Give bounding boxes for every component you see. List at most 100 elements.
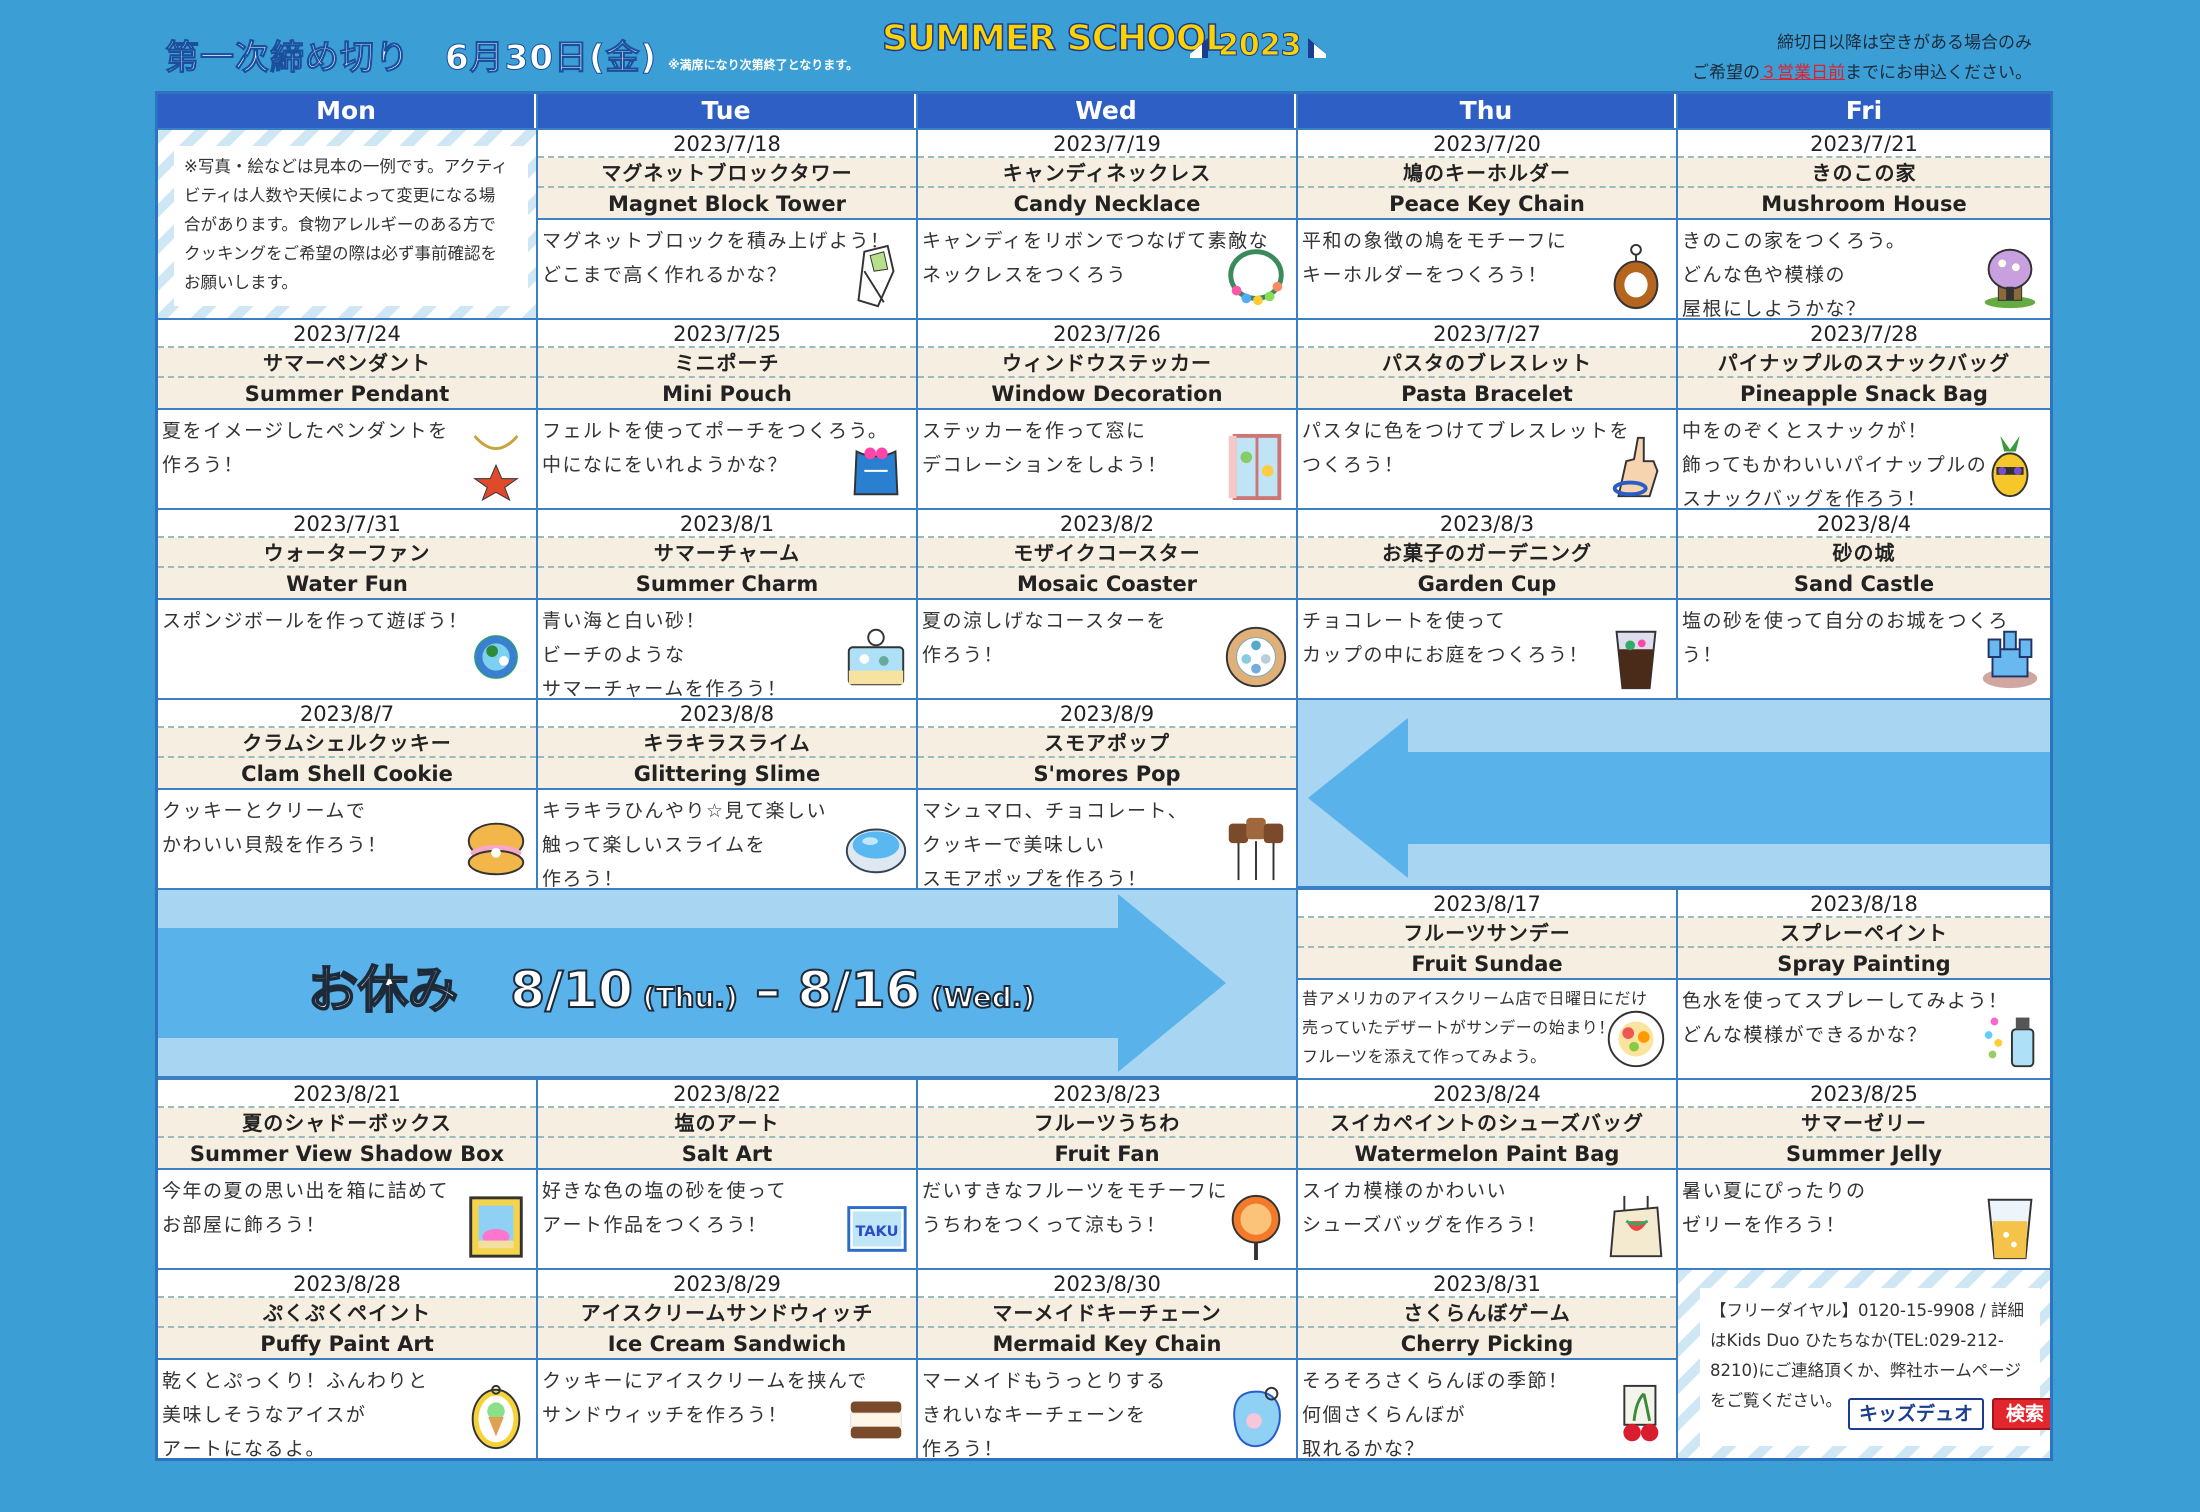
activity-date: 2023/8/7 [158, 700, 536, 728]
description-line: アート作品をつくろう！ [542, 1214, 768, 1236]
description-line: シューズバッグを作ろう！ [1302, 1214, 1548, 1236]
description-line: 何個さくらんぼが [1302, 1404, 1467, 1426]
description-line: キラキラひんやり☆見て楽しい [542, 800, 828, 822]
activity-title-en: Salt Art [538, 1138, 916, 1170]
activity-title-en: Glittering Slime [538, 758, 916, 790]
note-highlight: ３営業日前 [1760, 63, 1845, 83]
search-button[interactable]: 検索 [1992, 1398, 2050, 1430]
activity-description: 色水を使ってスプレーしてみよう！ どんな模様ができるかな？ [1678, 980, 2050, 1052]
late-registration-note: 締切日以降は空きがある場合のみ ご希望の３営業日前までにお申込ください。 [1692, 28, 2032, 88]
logo-arrow-left-icon [1308, 38, 1326, 58]
description-line: クッキーとクリームで [162, 800, 367, 822]
contact-line: 8210)にご連絡頂くか、弊社ホームページ [1710, 1361, 2021, 1380]
description-line: 色水を使ってスプレーしてみよう！ [1682, 990, 2009, 1012]
description-line: キャンディをリボンでつなげて素敵な [922, 230, 1270, 252]
description-line: アートになるよ。 [162, 1438, 327, 1458]
activity-title-jp: サマーゼリー [1678, 1108, 2050, 1138]
contact-text: 【フリーダイヤル】0120-15-9908 / 詳細 はKids Duo ひたち… [1700, 1288, 2050, 1446]
description-line: うちわをつくって涼もう！ [922, 1214, 1167, 1236]
activity-title-en: Summer Jelly [1678, 1138, 2050, 1170]
activity-title-jp: パイナップルのスナックバッグ [1678, 348, 2050, 378]
activity-title-en: Fruit Sundae [1298, 948, 1676, 980]
holiday-band: お休み 8/10 (Thu.) – 8/16 (Wed.) [158, 890, 1296, 1076]
holiday-arrow-left-area [1298, 700, 2050, 886]
activity-description: 好きな色の塩の砂を使って アート作品をつくろう！ [538, 1170, 916, 1242]
activity-title-en: Mosaic Coaster [918, 568, 1296, 600]
description-line: 夏の涼しげなコースターを [922, 610, 1168, 632]
activity-title-jp: 塩のアート [538, 1108, 916, 1138]
activity-title-en: Mermaid Key Chain [918, 1328, 1296, 1360]
activity-cell: 2023/7/25 ミニポーチ Mini Pouch フェルトを使ってポーチをつくろう… [538, 320, 916, 508]
activity-date: 2023/8/2 [918, 510, 1296, 538]
holiday-end: 8/16 [797, 960, 922, 1020]
description-line: 中になにをいれようかな？ [542, 454, 789, 476]
activity-date: 2023/7/24 [158, 320, 536, 348]
activity-cell: 2023/8/31 さくらんぼゲーム Cherry Picking そろそろさくらんぼ… [1298, 1270, 1676, 1458]
description-line: パスタに色をつけてブレスレットを [1302, 420, 1631, 442]
holiday-title: お休み [307, 960, 459, 1020]
activity-date: 2023/8/21 [158, 1080, 536, 1108]
activity-title-en: Mini Pouch [538, 378, 916, 410]
activity-description: 塩の砂を使って自分のお城をつくろ う！ [1678, 600, 2050, 672]
activity-title-en: Magnet Block Tower [538, 188, 916, 220]
activity-title-en: Summer View Shadow Box [158, 1138, 536, 1170]
notice-line: クッキングをご希望の際は必ず事前確認を [184, 244, 498, 263]
description-line: 好きな色の塩の砂を使って [542, 1180, 788, 1202]
description-line: マーメイドもうっとりする [922, 1370, 1167, 1392]
search-keyword-box[interactable]: キッズデュオ [1848, 1398, 1984, 1430]
description-line: きのこの家をつくろう。 [1682, 230, 1907, 252]
logo-arrow-right-icon [1190, 38, 1208, 58]
description-line: う！ [1682, 644, 1724, 666]
activity-title-en: Ice Cream Sandwich [538, 1328, 916, 1360]
activity-cell: 2023/7/28 パイナップルのスナックバッグ Pineapple Snack B… [1678, 320, 2050, 508]
activity-cell: 2023/8/30 マーメイドキーチェーン Mermaid Key Chain マーメ… [918, 1270, 1296, 1458]
description-line: どんな色や模様の [1682, 264, 1847, 286]
description-line: どんな模様ができるかな？ [1682, 1024, 1928, 1046]
description-line: 昔アメリカのアイスクリーム店で日曜日にだけ [1302, 989, 1648, 1008]
activity-title-en: Summer Charm [538, 568, 916, 600]
note-post: までにお申込ください。 [1845, 63, 2032, 83]
activity-date: 2023/7/27 [1298, 320, 1676, 348]
activity-date: 2023/8/1 [538, 510, 916, 538]
activity-title-en: Summer Pendant [158, 378, 536, 410]
activity-title-jp: スイカペイントのシューズバッグ [1298, 1108, 1676, 1138]
activity-cell: 2023/8/9 スモアポップ S'mores Pop マシュマロ、チョコレート、 クッ… [918, 700, 1296, 888]
activity-description: 昔アメリカのアイスクリーム店で日曜日にだけ 売っていたデザートがサンデーの始まり！… [1298, 980, 1676, 1071]
activity-date: 2023/8/25 [1678, 1080, 2050, 1108]
activity-title-en: Pineapple Snack Bag [1678, 378, 2050, 410]
contact-line: はKids Duo ひたちなか(TEL:029-212- [1710, 1331, 2004, 1350]
activity-date: 2023/7/25 [538, 320, 916, 348]
activity-title-jp: きのこの家 [1678, 158, 2050, 188]
activity-title-en: Cherry Picking [1298, 1328, 1676, 1360]
calendar-grid: Mon Tue Wed Thu Fri ※写真・絵などは見本の一例です。アクティ… [155, 91, 2053, 1461]
notice-line: ※写真・絵などは見本の一例です。アクティ [184, 157, 508, 176]
activity-description: 平和の象徴の鳩をモチーフに キーホルダーをつくろう！ [1298, 220, 1676, 292]
activity-cell: 2023/7/26 ウィンドウステッカー Window Decoration ステッカ… [918, 320, 1296, 508]
description-line: だいすきなフルーツをモチーフに [922, 1180, 1228, 1202]
activity-cell: 2023/7/31 ウォーターファン Water Fun スポンジボールを作って遊ぼう… [158, 510, 536, 698]
description-line: 中をのぞくとスナックが！ [1682, 420, 1929, 442]
activity-cell: 2023/7/24 サマーペンダント Summer Pendant 夏をイメージしたペ… [158, 320, 536, 508]
activity-title-jp: ミニポーチ [538, 348, 916, 378]
activity-title-en: Pasta Bracelet [1298, 378, 1676, 410]
activity-title-jp: サマーチャーム [538, 538, 916, 568]
activity-description: ステッカーを作って窓に デコレーションをしよう！ [918, 410, 1296, 482]
activity-cell: 2023/8/22 塩のアート Salt Art 好きな色の塩の砂を使って アート作品を… [538, 1080, 916, 1268]
contact-cell: 【フリーダイヤル】0120-15-9908 / 詳細 はKids Duo ひたち… [1678, 1270, 2050, 1458]
activity-cell: 2023/7/19 キャンディネックレス Candy Necklace キャンディをリ… [918, 130, 1296, 318]
description-line: サマーチャームを作ろう！ [542, 678, 788, 698]
activity-cell: 2023/8/29 アイスクリームサンドウィッチ Ice Cream Sandwic… [538, 1270, 916, 1458]
contact-line: 【フリーダイヤル】0120-15-9908 / 詳細 [1710, 1301, 2024, 1320]
activity-description: マーメイドもうっとりする きれいなキーチェーンを 作ろう！ [918, 1360, 1296, 1458]
activity-date: 2023/8/28 [158, 1270, 536, 1298]
activity-title-jp: 夏のシャドーボックス [158, 1108, 536, 1138]
description-line: フルーツを添えて作ってみよう。 [1302, 1047, 1547, 1066]
activity-description: そろそろさくらんぼの季節！ 何個さくらんぼが 取れるかな？ [1298, 1360, 1676, 1458]
description-line: マシュマロ、チョコレート、 [922, 800, 1189, 822]
activity-description: キャンディをリボンでつなげて素敵な ネックレスをつくろう [918, 220, 1296, 292]
description-line: きれいなキーチェーンを [922, 1404, 1147, 1426]
description-line: ネックレスをつくろう [922, 264, 1128, 286]
activity-cell: 2023/8/24 スイカペイントのシューズバッグ Watermelon Paint… [1298, 1080, 1676, 1268]
activity-description: クッキーにアイスクリームを挟んで サンドウィッチを作ろう！ [538, 1360, 916, 1432]
activity-description: 青い海と白い砂！ ビーチのような サマーチャームを作ろう！ [538, 600, 916, 698]
